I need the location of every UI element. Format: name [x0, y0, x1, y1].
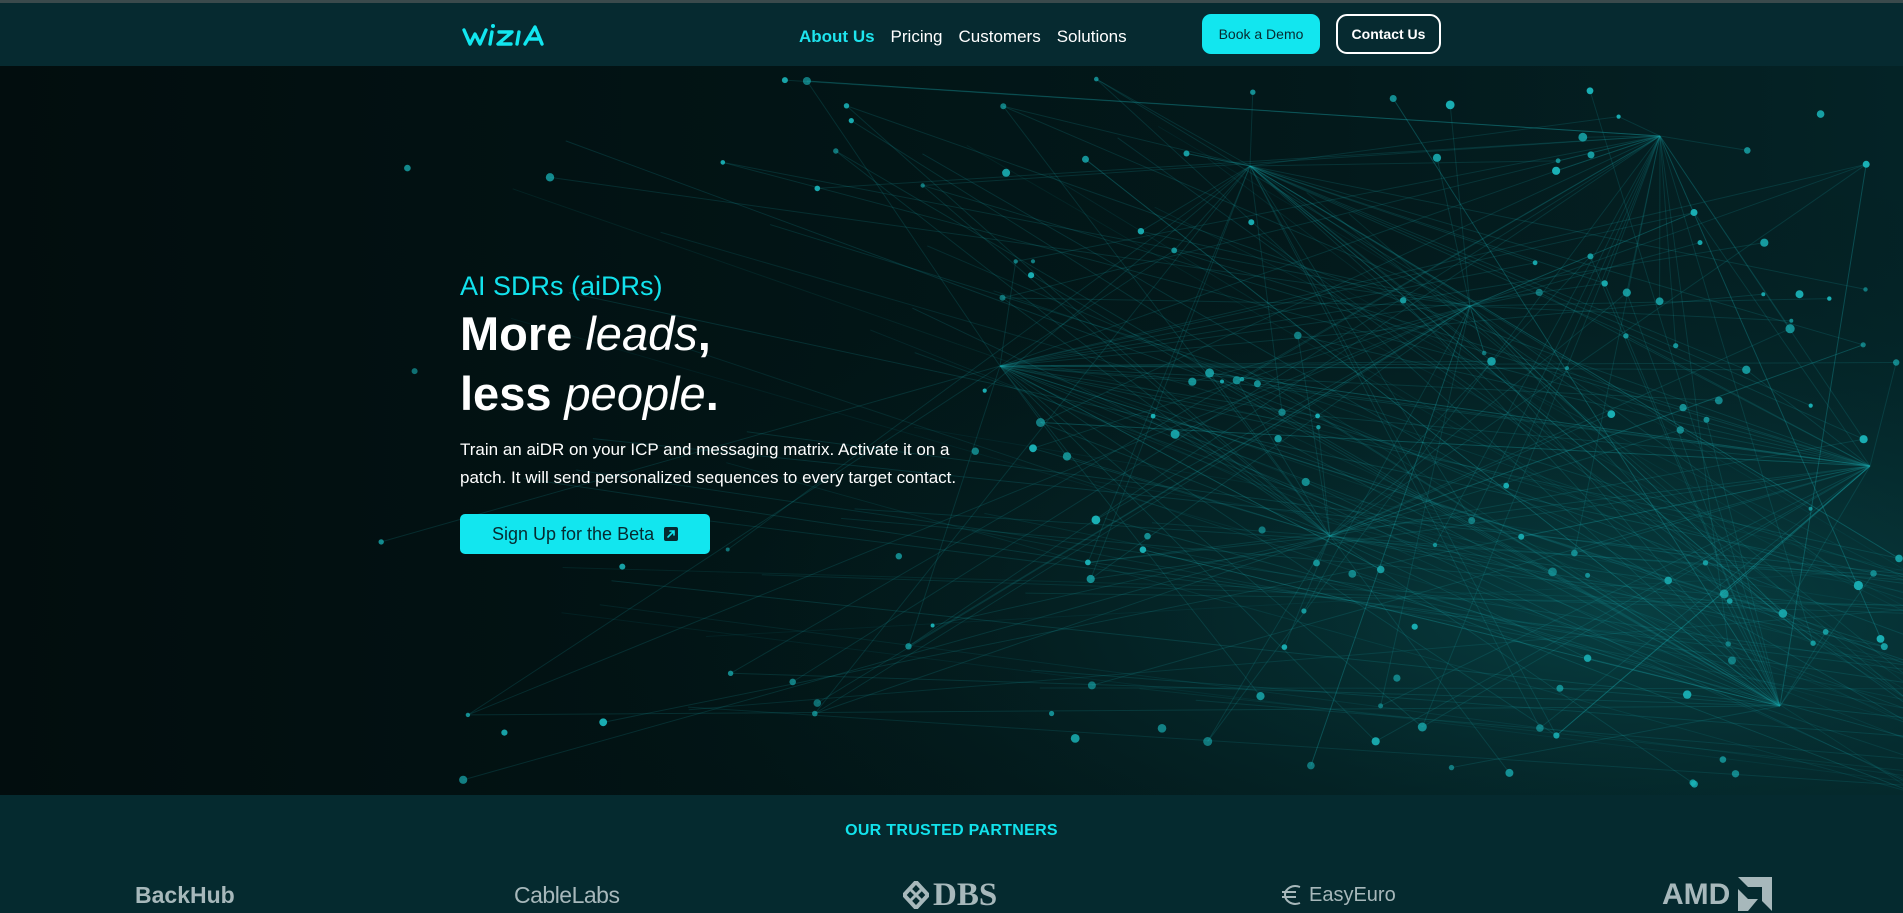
contact-us-button[interactable]: Contact Us: [1336, 14, 1441, 54]
headline-period: .: [705, 367, 719, 420]
main-nav: About Us Pricing Customers Solutions: [799, 25, 1143, 49]
wizia-logo[interactable]: [462, 21, 562, 51]
headline-emphasis-people: people: [564, 367, 706, 420]
partners-section: OUR TRUSTED PARTNERS BackHub CableLabs D…: [0, 795, 1903, 913]
hero-eyebrow: AI SDRs (aiDRs): [460, 271, 663, 301]
headline-comma: ,: [697, 307, 711, 360]
hero-headline: More leads, less people.: [460, 304, 980, 424]
hero-description: Train an aiDR on your ICP and messaging …: [460, 440, 957, 487]
page: About Us Pricing Customers Solutions Boo…: [0, 0, 1903, 913]
book-demo-button[interactable]: Book a Demo: [1202, 14, 1320, 54]
amd-arrow-icon: [1738, 877, 1773, 911]
external-link-icon: [664, 527, 679, 541]
headline-text-2: less: [460, 367, 565, 420]
navbar: About Us Pricing Customers Solutions Boo…: [0, 3, 1903, 66]
partner-logo-cablelabs: CableLabs: [514, 881, 620, 908]
dbs-star-icon: [903, 881, 929, 909]
partners-title: OUR TRUSTED PARTNERS: [845, 822, 1058, 839]
nav-about-us[interactable]: About Us: [799, 25, 875, 49]
headline-emphasis-leads: leads: [585, 307, 698, 360]
nav-solutions[interactable]: Solutions: [1057, 25, 1127, 49]
partner-logo-amd: AMD: [1662, 875, 1774, 913]
nav-pricing[interactable]: Pricing: [891, 25, 943, 49]
hero-content: AI SDRs (aiDRs) More leads, less people.…: [460, 270, 980, 554]
partner-logo-easyeuro: EasyEuro: [1280, 875, 1396, 913]
headline-text: More: [460, 307, 586, 360]
hero-section: AI SDRs (aiDRs) More leads, less people.…: [0, 66, 1903, 795]
nav-customers[interactable]: Customers: [959, 25, 1041, 49]
signup-beta-button[interactable]: Sign Up for the Beta: [460, 514, 711, 554]
easyeuro-mark-icon: [1282, 885, 1301, 905]
partner-logo-dbs: DBS: [903, 875, 997, 913]
signup-beta-label: Sign Up for the Beta: [492, 523, 655, 544]
partner-logo-backhub: BackHub: [135, 881, 235, 908]
